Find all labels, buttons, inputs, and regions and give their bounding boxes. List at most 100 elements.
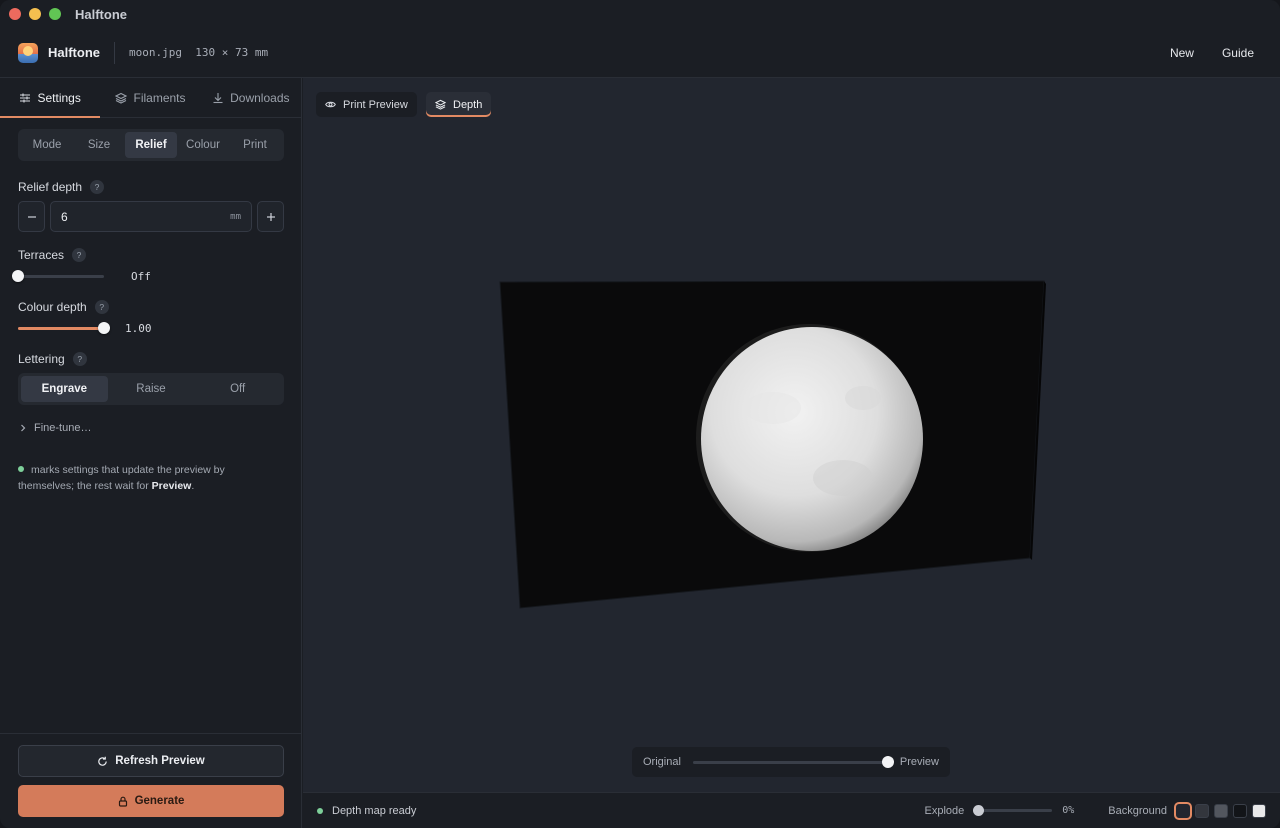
refresh-icon bbox=[98, 756, 108, 766]
background-swatch[interactable] bbox=[1195, 803, 1209, 818]
plus-icon bbox=[266, 212, 275, 221]
colour-depth-label-text: Colour depth bbox=[18, 300, 87, 314]
terraces-help-icon[interactable]: ? bbox=[72, 248, 87, 262]
compare-slider-thumb[interactable] bbox=[881, 755, 894, 768]
colour-depth-label: Colour depth ? bbox=[18, 300, 109, 314]
sidebar-tabs: Settings Filaments Downloads bbox=[0, 78, 301, 118]
terraces-label-text: Terraces bbox=[18, 248, 65, 262]
app-header: Halftone moon.jpg 130 × 73 mm New Guide bbox=[0, 28, 1280, 78]
status-text: Depth map ready bbox=[332, 804, 417, 817]
app-logo bbox=[18, 42, 38, 63]
tab-settings[interactable]: Settings bbox=[0, 78, 101, 118]
fine-tune-label: Fine-tune… bbox=[34, 422, 92, 434]
window-title: Halftone bbox=[75, 6, 127, 22]
layers-icon bbox=[435, 99, 446, 110]
terraces-slider-track bbox=[18, 275, 104, 278]
relief-depth-help-icon[interactable]: ? bbox=[90, 180, 105, 194]
relief-depth-label-text: Relief depth bbox=[18, 180, 83, 194]
fine-tune-toggle[interactable]: Fine-tune… bbox=[20, 422, 91, 434]
section-size[interactable]: Size bbox=[73, 132, 125, 158]
lettering-label: Lettering ? bbox=[18, 352, 87, 366]
app-window: Halftone Halftone moon.jpg 130 × 73 mm N… bbox=[0, 0, 1280, 828]
relief-depth-label: Relief depth ? bbox=[18, 180, 105, 194]
minus-icon bbox=[27, 215, 36, 218]
note-end: . bbox=[191, 480, 195, 492]
terraces-label: Terraces ? bbox=[18, 248, 87, 262]
tab-downloads-label: Downloads bbox=[230, 90, 290, 105]
close-window-button[interactable] bbox=[9, 8, 21, 20]
lettering-help-icon[interactable]: ? bbox=[72, 352, 87, 366]
lettering-raise[interactable]: Raise bbox=[108, 376, 195, 402]
explode-value: 0% bbox=[1062, 805, 1075, 816]
preview-viewport[interactable]: Print Preview Depth Original Preview bbox=[303, 78, 1280, 792]
tab-depth[interactable]: Depth bbox=[426, 92, 492, 117]
tab-print-preview-label: Print Preview bbox=[343, 98, 408, 111]
background-swatch[interactable] bbox=[1176, 803, 1190, 818]
live-indicator-dot bbox=[18, 466, 24, 472]
header-divider bbox=[114, 41, 115, 64]
background-swatch[interactable] bbox=[1233, 803, 1247, 818]
depth-preview-scene[interactable] bbox=[303, 78, 1280, 792]
status-bar: Depth map ready Explode 0% Background bbox=[303, 792, 1280, 828]
relief-depth-value: 6 bbox=[61, 209, 68, 224]
lock-icon bbox=[118, 796, 127, 807]
relief-depth-unit: mm bbox=[230, 211, 241, 222]
section-colour[interactable]: Colour bbox=[177, 132, 229, 158]
compare-preview-label: Preview bbox=[899, 756, 939, 768]
tab-depth-label: Depth bbox=[453, 98, 483, 111]
colour-depth-slider-fill bbox=[18, 327, 104, 330]
generate-button[interactable]: Generate bbox=[18, 785, 284, 817]
relief-depth-increment-button[interactable] bbox=[257, 201, 284, 232]
background-swatches bbox=[1176, 803, 1266, 818]
explode-slider-thumb[interactable] bbox=[973, 805, 985, 816]
colour-depth-slider-thumb[interactable] bbox=[98, 322, 110, 334]
compare-slider[interactable] bbox=[692, 755, 894, 768]
compare-original-label: Original bbox=[643, 756, 681, 768]
guide-button[interactable]: Guide bbox=[1222, 46, 1254, 60]
eye-icon bbox=[325, 101, 336, 108]
background-swatch[interactable] bbox=[1214, 803, 1228, 818]
terraces-slider[interactable] bbox=[12, 270, 104, 282]
lettering-off[interactable]: Off bbox=[194, 376, 281, 402]
refresh-preview-label: Refresh Preview bbox=[115, 755, 205, 767]
maximize-window-button[interactable] bbox=[49, 8, 61, 20]
terraces-slider-thumb[interactable] bbox=[12, 270, 24, 282]
colour-depth-value: 1.00 bbox=[125, 322, 152, 335]
live-settings-note: marks settings that update the preview b… bbox=[18, 462, 248, 494]
section-print[interactable]: Print bbox=[229, 132, 281, 158]
refresh-preview-button[interactable]: Refresh Preview bbox=[18, 745, 284, 777]
minimize-window-button[interactable] bbox=[29, 8, 41, 20]
status-ready-dot bbox=[317, 807, 323, 814]
layers-icon bbox=[115, 92, 128, 104]
app-name: Halftone bbox=[48, 45, 100, 60]
tab-print-preview[interactable]: Print Preview bbox=[316, 92, 417, 117]
explode-label: Explode bbox=[924, 804, 965, 817]
note-emphasis: Preview bbox=[151, 480, 192, 492]
background-swatch[interactable] bbox=[1252, 803, 1266, 818]
title-bar: Halftone bbox=[0, 0, 1280, 28]
tab-filaments[interactable]: Filaments bbox=[100, 78, 200, 117]
lettering-engrave[interactable]: Engrave bbox=[21, 376, 108, 402]
terraces-value: Off bbox=[131, 270, 151, 283]
window-controls bbox=[9, 8, 61, 20]
relief-depth-decrement-button[interactable] bbox=[18, 201, 45, 232]
lettering-selector: Engrave Raise Off bbox=[18, 373, 284, 405]
explode-slider[interactable] bbox=[973, 805, 1053, 816]
file-info: moon.jpg 130 × 73 mm bbox=[129, 46, 269, 59]
tab-downloads[interactable]: Downloads bbox=[201, 78, 301, 117]
original-preview-compare: Original Preview bbox=[632, 747, 950, 777]
tab-settings-label: Settings bbox=[37, 90, 81, 105]
chevron-right-icon bbox=[21, 424, 26, 432]
tab-filaments-label: Filaments bbox=[133, 90, 186, 105]
new-button[interactable]: New bbox=[1170, 46, 1194, 60]
background-label: Background bbox=[1108, 804, 1167, 817]
moon-relief bbox=[696, 324, 923, 552]
generate-label: Generate bbox=[134, 795, 185, 807]
colour-depth-slider[interactable] bbox=[18, 322, 110, 334]
section-relief[interactable]: Relief bbox=[125, 132, 177, 158]
section-mode[interactable]: Mode bbox=[21, 132, 73, 158]
download-icon bbox=[213, 92, 223, 103]
colour-depth-help-icon[interactable]: ? bbox=[94, 300, 109, 314]
sidebar-footer: Refresh Preview Generate bbox=[0, 733, 302, 828]
relief-depth-input[interactable]: 6 mm bbox=[50, 201, 252, 232]
